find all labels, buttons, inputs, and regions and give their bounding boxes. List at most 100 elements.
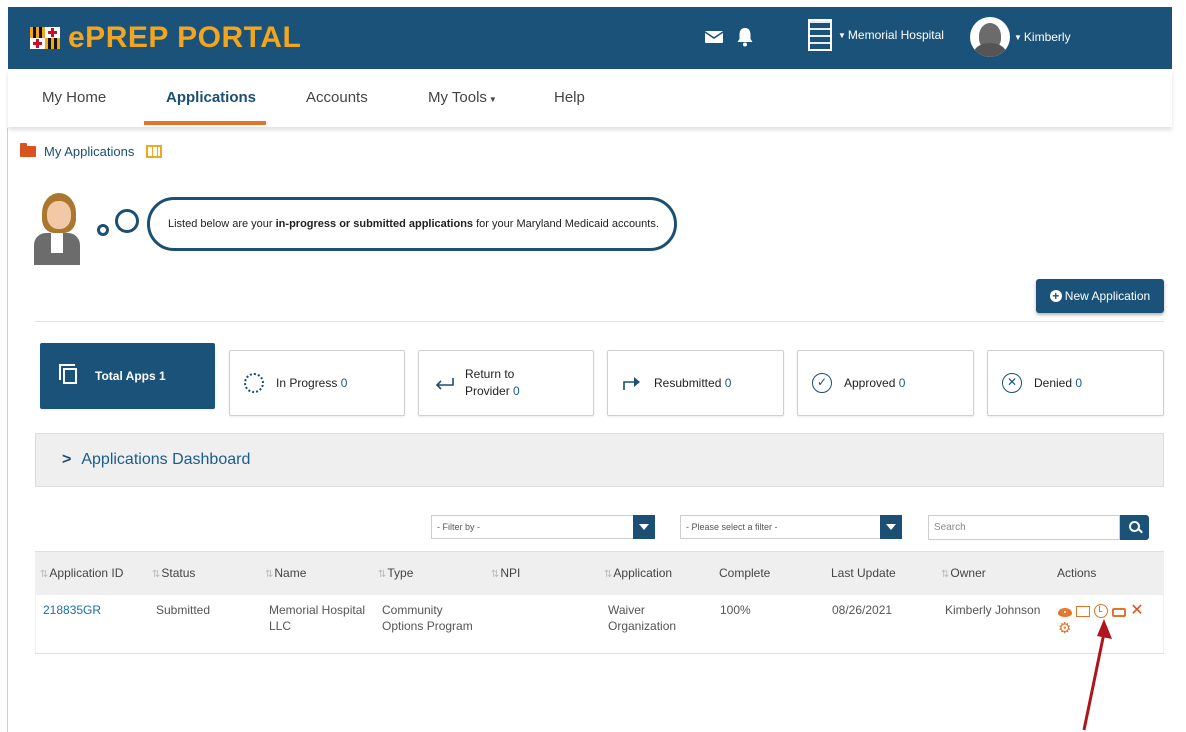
caret-down-icon: ▼ (838, 30, 846, 40)
stat-card-approved[interactable]: ✓ Approved 0 (797, 350, 974, 416)
denied-value: 0 (1075, 376, 1083, 390)
col-owner-label: Owner (950, 566, 986, 580)
thought-dot-large (115, 209, 139, 233)
col-complete[interactable]: Complete (719, 566, 770, 580)
x-circle-icon: ✕ (1002, 373, 1022, 393)
col-application-id[interactable]: ⇅Application ID (40, 566, 123, 580)
cell-status: Submitted (156, 603, 211, 617)
denied-label: Denied (1034, 376, 1073, 390)
folder-icon (20, 143, 36, 157)
cell-name-line2: LLC (269, 619, 292, 633)
cell-owner: Kimberly Johnson (945, 603, 1041, 617)
building-icon (808, 19, 832, 51)
cell-name: Memorial Hospital LLC (269, 602, 365, 634)
divider (35, 321, 1164, 322)
page-left-border (7, 128, 8, 732)
col-name[interactable]: ⇅Name (265, 566, 306, 580)
bell-icon[interactable] (736, 27, 754, 52)
stat-card-resubmitted[interactable]: Resubmitted 0 (607, 350, 784, 416)
col-application[interactable]: ⇅Application (604, 566, 672, 580)
filter-value-placeholder: - Please select a filter - (686, 522, 778, 532)
dropdown-arrow-icon[interactable] (880, 515, 902, 539)
breadcrumb: My Applications (20, 143, 163, 159)
assistant-text-end: for your Maryland Medicaid accounts. (473, 218, 659, 230)
stat-card-total-apps[interactable]: Total Apps 1 (40, 343, 215, 409)
nav-accounts[interactable]: Accounts (306, 89, 368, 106)
cell-application: Waiver Organization (608, 602, 676, 634)
nav-my-tools[interactable]: My Tools ▼ (428, 89, 497, 106)
assistant-text-bold: in-progress or submitted applications (275, 218, 474, 230)
caret-down-icon: ▼ (1014, 32, 1022, 42)
nav-my-tools-label: My Tools (428, 89, 487, 106)
new-application-label: New Application (1064, 289, 1151, 303)
assistant-text-start: Listed below are your (168, 218, 276, 230)
col-application-label: Application (613, 566, 673, 580)
assistant-message: Listed below are your in-progress or sub… (147, 197, 677, 251)
filter-by-select[interactable]: - Filter by - (431, 515, 655, 539)
table-header: ⇅Application ID ⇅Status ⇅Name ⇅Type ⇅NPI… (35, 551, 1164, 595)
filter-value-select[interactable]: - Please select a filter - (680, 515, 902, 539)
logo-text: ePREP PORTAL (68, 21, 302, 54)
top-header: ePREP PORTAL ▼ Memorial Hospital ▼ Kimbe… (8, 7, 1172, 69)
organization-selector[interactable]: ▼ Memorial Hospital (808, 19, 944, 51)
return-value: 0 (513, 384, 520, 398)
applications-dashboard-toggle[interactable]: > Applications Dashboard (35, 433, 1164, 487)
envelope-icon[interactable] (704, 29, 724, 50)
active-tab-indicator (144, 121, 266, 125)
plus-circle-icon: + (1049, 290, 1062, 302)
stat-card-denied[interactable]: ✕ Denied 0 (987, 350, 1164, 416)
user-menu[interactable]: ▼ Kimberly (970, 17, 1071, 57)
search-placeholder: Search (934, 522, 966, 533)
forward-share-icon (622, 373, 642, 393)
col-npi[interactable]: ⇅NPI (491, 566, 520, 580)
avatar (970, 17, 1010, 57)
col-npi-label: NPI (500, 566, 521, 580)
nav-applications[interactable]: Applications (166, 89, 256, 106)
col-last-update[interactable]: Last Update (831, 566, 896, 580)
col-name-label: Name (274, 566, 307, 580)
total-apps-value: 1 (159, 369, 166, 383)
cell-application-line1: Waiver (608, 603, 645, 617)
col-type[interactable]: ⇅Type (378, 566, 413, 580)
app-frame: ePREP PORTAL ▼ Memorial Hospital ▼ Kimbe… (0, 0, 1186, 732)
user-name: Kimberly (1023, 30, 1071, 44)
cell-name-line1: Memorial Hospital (269, 603, 366, 617)
video-tutorial-icon[interactable] (146, 145, 163, 158)
filter-by-value: - Filter by - (437, 522, 481, 532)
main-nav: My Home Applications Accounts My Tools ▼ … (8, 69, 1172, 127)
annotation-arrow (1082, 619, 1112, 731)
cell-type-line1: Community (382, 603, 443, 617)
assistant-avatar (34, 193, 86, 265)
return-to-provider-text: Return to Provider 0 (465, 366, 520, 400)
col-owner[interactable]: ⇅Owner (941, 566, 986, 580)
organization-name: Memorial Hospital (847, 28, 944, 42)
documents-icon (59, 364, 77, 384)
delete-x-icon[interactable]: ✕ (1130, 603, 1144, 619)
caret-down-icon: ▼ (488, 95, 497, 104)
maryland-flag-icon (30, 27, 60, 49)
cell-application-id[interactable]: 218835GR (43, 602, 101, 618)
search-button[interactable] (1120, 515, 1149, 540)
col-actions: Actions (1057, 566, 1097, 580)
stat-card-in-progress[interactable]: In Progress 0 (229, 350, 405, 416)
cell-type: Community Options Program (382, 602, 473, 634)
nav-my-home[interactable]: My Home (42, 89, 106, 106)
dropdown-arrow-icon[interactable] (633, 515, 655, 539)
thought-dot-small (97, 224, 109, 236)
nav-help[interactable]: Help (554, 89, 585, 106)
search-input[interactable]: Search (928, 515, 1120, 540)
new-application-button[interactable]: + New Application (1036, 279, 1164, 313)
check-circle-icon: ✓ (812, 373, 832, 393)
resubmitted-value: 0 (724, 376, 732, 390)
approved-label: Approved (844, 376, 896, 390)
return-arrow-icon (433, 373, 454, 393)
col-type-label: Type (387, 566, 414, 580)
breadcrumb-my-applications[interactable]: My Applications (44, 144, 134, 159)
stat-card-return-to-provider[interactable]: Return to Provider 0 (418, 350, 594, 416)
dashboard-label: Applications Dashboard (81, 451, 251, 468)
cell-complete: 100% (720, 603, 751, 617)
in-progress-label: In Progress (276, 376, 338, 390)
col-status[interactable]: ⇅Status (152, 566, 195, 580)
portal-logo[interactable]: ePREP PORTAL (30, 21, 301, 55)
resubmitted-label: Resubmitted (654, 376, 722, 390)
